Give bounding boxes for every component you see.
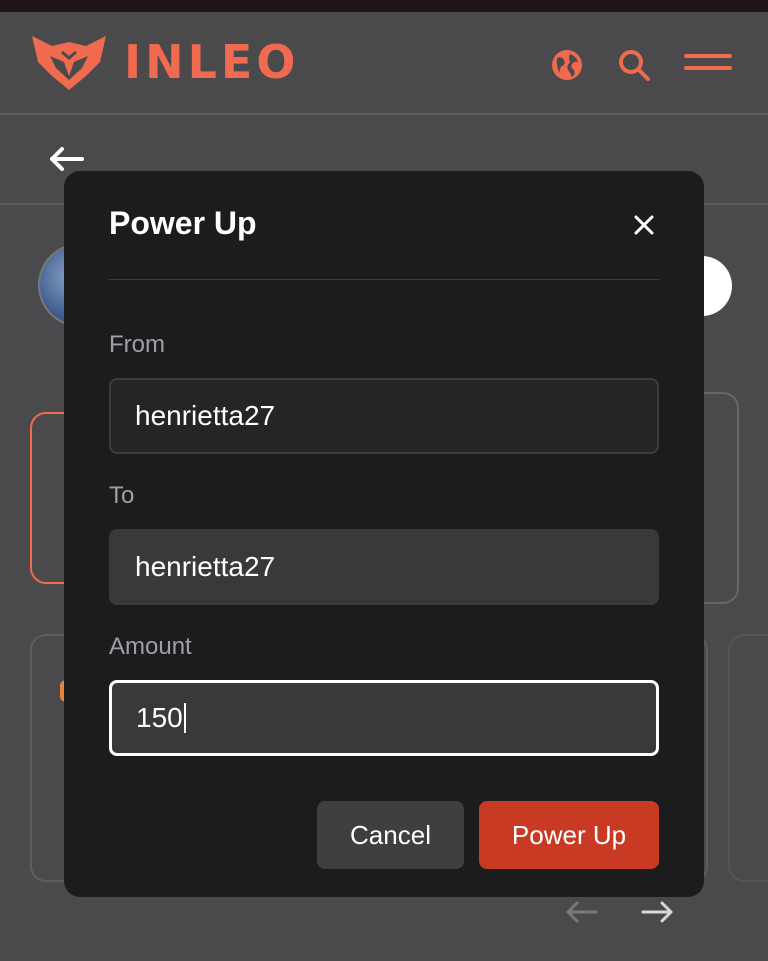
previous-arrow-icon[interactable]	[565, 900, 599, 924]
to-field[interactable]: henrietta27	[109, 529, 659, 605]
inleo-logo[interactable]: INLEO	[28, 32, 299, 92]
modal-title: Power Up	[109, 205, 257, 241]
text-cursor	[183, 703, 186, 733]
amount-value: 150	[136, 702, 183, 733]
modal-divider	[109, 279, 659, 280]
amount-label: Amount	[109, 633, 192, 660]
close-icon[interactable]	[632, 213, 656, 237]
to-label: To	[109, 482, 135, 509]
from-label: From	[109, 331, 165, 358]
from-field[interactable]: henrietta27	[109, 378, 659, 454]
from-value: henrietta27	[135, 400, 276, 431]
top-nav-bar: INLEO	[0, 12, 768, 115]
to-value: henrietta27	[135, 551, 276, 582]
search-icon[interactable]	[617, 48, 651, 82]
amount-input[interactable]: 150	[109, 680, 659, 756]
brand-name: INLEO	[124, 35, 300, 89]
globe-icon[interactable]	[550, 48, 584, 82]
cancel-button[interactable]: Cancel	[317, 801, 464, 869]
lion-logo-icon	[32, 36, 106, 90]
back-arrow-icon[interactable]	[48, 145, 84, 173]
next-arrow-icon[interactable]	[640, 900, 674, 924]
background-card	[728, 634, 768, 882]
status-bar	[0, 0, 768, 12]
power-up-modal: Power Up From henrietta27 To henrietta27…	[64, 171, 704, 897]
power-up-submit-button[interactable]: Power Up	[479, 801, 659, 869]
hamburger-menu-icon[interactable]	[684, 52, 732, 76]
